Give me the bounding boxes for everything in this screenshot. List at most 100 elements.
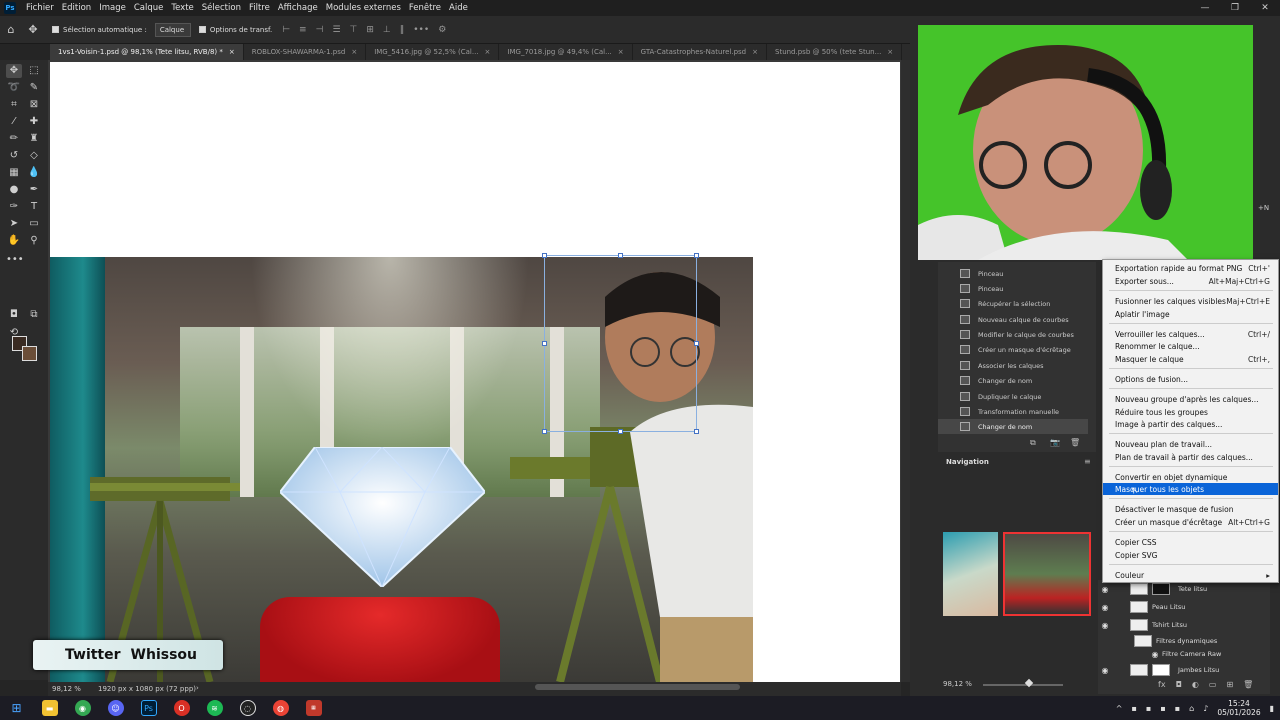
tab-document-6[interactable]: Stund.psb @ 50% (tete Stun... × bbox=[767, 44, 903, 60]
status-arrow-icon[interactable]: › bbox=[196, 684, 199, 692]
menu-item-export-as[interactable]: Exporter sous... Alt+Maj+Ctrl+G bbox=[1103, 275, 1278, 287]
align-left-icon[interactable]: ⊢ bbox=[282, 25, 290, 35]
more-tools-icon[interactable]: ••• bbox=[6, 253, 24, 267]
history-brush-icon[interactable]: ↺ bbox=[6, 149, 22, 163]
pen-tool-icon[interactable]: ✒ bbox=[26, 183, 42, 197]
navigation-thumbnail-viewport[interactable] bbox=[1003, 532, 1091, 616]
history-item[interactable]: Pinceau bbox=[938, 281, 1088, 296]
panel-menu-icon[interactable]: ≡ bbox=[1084, 457, 1091, 466]
obs-icon[interactable]: ◌ bbox=[239, 700, 256, 716]
transform-handle[interactable] bbox=[542, 253, 547, 258]
crop-tool-icon[interactable]: ⌗ bbox=[6, 98, 22, 112]
tab-document-1[interactable]: 1vs1-Voisin-1.psd @ 98,1% (Tete litsu, R… bbox=[50, 44, 244, 60]
dodge-tool-icon[interactable]: ● bbox=[6, 183, 22, 197]
move-tool-icon[interactable]: ✥ bbox=[6, 64, 22, 78]
menu-modules-externes[interactable]: Modules externes bbox=[322, 3, 405, 13]
close-tab-icon[interactable]: × bbox=[229, 44, 235, 60]
rectangle-tool-icon[interactable]: ▭ bbox=[26, 217, 42, 231]
tray-app-icon[interactable]: ▪ bbox=[1131, 704, 1136, 713]
background-color-swatch[interactable] bbox=[22, 346, 37, 361]
menu-item-new-artboard[interactable]: Nouveau plan de travail... bbox=[1103, 438, 1278, 450]
history-item[interactable]: Modifier le calque de courbes bbox=[938, 327, 1088, 342]
history-item[interactable]: Pinceau bbox=[938, 266, 1088, 281]
snapshot-camera-icon[interactable]: 📷 bbox=[1050, 438, 1060, 447]
transform-handle[interactable] bbox=[694, 429, 699, 434]
history-item[interactable]: Associer les calques bbox=[938, 358, 1088, 373]
marquee-tool-icon[interactable]: ⬚ bbox=[26, 64, 42, 78]
photoshop-logo-icon[interactable]: Ps bbox=[4, 2, 16, 14]
close-tab-icon[interactable]: × bbox=[752, 44, 758, 60]
distribute-icon[interactable]: ☰ bbox=[332, 25, 340, 35]
auto-select-dropdown[interactable]: Calque bbox=[154, 22, 191, 37]
clock[interactable]: 15:24 05/01/2026 bbox=[1217, 699, 1260, 717]
lasso-tool-icon[interactable]: ➰ bbox=[6, 81, 22, 95]
tray-app-icon[interactable]: ▪ bbox=[1146, 704, 1151, 713]
menu-item-artboard-from-layers[interactable]: Plan de travail à partir des calques... bbox=[1103, 451, 1278, 463]
volume-icon[interactable]: ♪ bbox=[1203, 704, 1208, 713]
file-explorer-icon[interactable]: ▬ bbox=[41, 700, 58, 716]
menu-item-export-png[interactable]: Exportation rapide au format PNG Ctrl+' bbox=[1103, 262, 1278, 274]
menu-filtre[interactable]: Filtre bbox=[245, 3, 274, 13]
eye-icon[interactable]: ◉ bbox=[1098, 621, 1112, 630]
settings-gear-icon[interactable]: ⚙ bbox=[438, 25, 446, 35]
transform-bounding-box[interactable] bbox=[542, 253, 699, 434]
stamp-tool-icon[interactable]: ♜ bbox=[26, 132, 42, 146]
transform-handle[interactable] bbox=[694, 253, 699, 258]
home-icon[interactable]: ⌂ bbox=[0, 23, 22, 36]
voicemod-icon[interactable]: ▦ bbox=[305, 700, 322, 716]
menu-image[interactable]: Image bbox=[95, 3, 130, 13]
close-tab-icon[interactable]: × bbox=[618, 44, 624, 60]
close-tab-icon[interactable]: × bbox=[485, 44, 491, 60]
transform-handle[interactable] bbox=[618, 429, 623, 434]
tab-document-5[interactable]: GTA-Catastrophes-Naturel.psd × bbox=[633, 44, 767, 60]
browser-icon[interactable]: ◍ bbox=[272, 700, 289, 716]
history-item[interactable]: Créer un masque d'écrêtage bbox=[938, 342, 1088, 357]
adjustment-icon[interactable]: ◐ bbox=[1192, 680, 1199, 689]
eye-icon[interactable]: ◉ bbox=[1098, 666, 1112, 675]
tray-app-icon[interactable]: ▪ bbox=[1175, 704, 1180, 713]
menu-item-hide-all-objects[interactable]: Masquer tous les objets bbox=[1103, 483, 1278, 495]
close-icon[interactable]: ✕ bbox=[1250, 0, 1280, 16]
frame-tool-icon[interactable]: ⊠ bbox=[26, 98, 42, 112]
tab-document-3[interactable]: IMG_5416.jpg @ 52,5% (Cal... × bbox=[366, 44, 500, 60]
menu-fichier[interactable]: Fichier bbox=[22, 3, 58, 13]
healing-tool-icon[interactable]: ✚ bbox=[26, 115, 42, 129]
group-folder-icon[interactable]: ▭ bbox=[1209, 680, 1217, 689]
path-select-tool-icon[interactable]: ➤ bbox=[6, 217, 22, 231]
windows-start-icon[interactable]: ⊞ bbox=[9, 700, 25, 716]
align-right-icon[interactable]: ⊣ bbox=[316, 25, 324, 35]
eraser-tool-icon[interactable]: ◇ bbox=[26, 149, 42, 163]
menu-item-collapse-groups[interactable]: Réduire tous les groupes bbox=[1103, 406, 1278, 418]
quick-select-tool-icon[interactable]: ✎ bbox=[26, 81, 42, 95]
opera-icon[interactable]: O bbox=[173, 700, 190, 716]
brush-tool-icon[interactable]: ✏ bbox=[6, 132, 22, 146]
align-top-icon[interactable]: ⊤ bbox=[350, 25, 358, 35]
menu-texte[interactable]: Texte bbox=[167, 3, 197, 13]
history-item[interactable]: Récupérer la sélection bbox=[938, 296, 1088, 311]
maximize-icon[interactable]: ❐ bbox=[1220, 0, 1250, 16]
history-item[interactable]: Transformation manuelle bbox=[938, 404, 1088, 419]
transform-handle[interactable] bbox=[694, 341, 699, 346]
tab-document-4[interactable]: IMG_7018.jpg @ 49,4% (Cal... × bbox=[499, 44, 633, 60]
eyedropper-tool-icon[interactable]: ⁄ bbox=[6, 115, 22, 129]
canvas-area[interactable] bbox=[48, 60, 901, 682]
layer-mask-thumbnail[interactable] bbox=[1152, 664, 1170, 676]
menu-item-copy-css[interactable]: Copier CSS bbox=[1103, 536, 1278, 548]
history-item[interactable]: Dupliquer le calque bbox=[938, 389, 1088, 404]
vertical-scrollbar[interactable] bbox=[901, 60, 910, 682]
align-middle-icon[interactable]: ⊞ bbox=[366, 25, 374, 35]
fx-icon[interactable]: fx bbox=[1158, 680, 1166, 689]
tray-expand-icon[interactable]: ^ bbox=[1116, 704, 1123, 713]
zoom-tool-icon[interactable]: ⚲ bbox=[26, 234, 42, 248]
layer-mask-thumbnail[interactable] bbox=[1152, 583, 1170, 595]
zoom-level[interactable]: 98,12 % bbox=[52, 685, 81, 693]
close-tab-icon[interactable]: × bbox=[351, 44, 357, 60]
history-item-current[interactable]: Changer de nom bbox=[938, 419, 1088, 434]
menu-calque[interactable]: Calque bbox=[130, 3, 168, 13]
history-item[interactable]: Nouveau calque de courbes bbox=[938, 312, 1088, 327]
menu-item-lock-layers[interactable]: Verrouiller les calques... Ctrl+/ bbox=[1103, 328, 1278, 340]
more-options-icon[interactable]: ••• bbox=[413, 25, 429, 35]
path-pen-icon[interactable]: ✑ bbox=[6, 200, 22, 214]
delete-layer-icon[interactable]: 🗑 bbox=[1243, 680, 1253, 689]
horizontal-scrollbar[interactable] bbox=[535, 684, 740, 690]
